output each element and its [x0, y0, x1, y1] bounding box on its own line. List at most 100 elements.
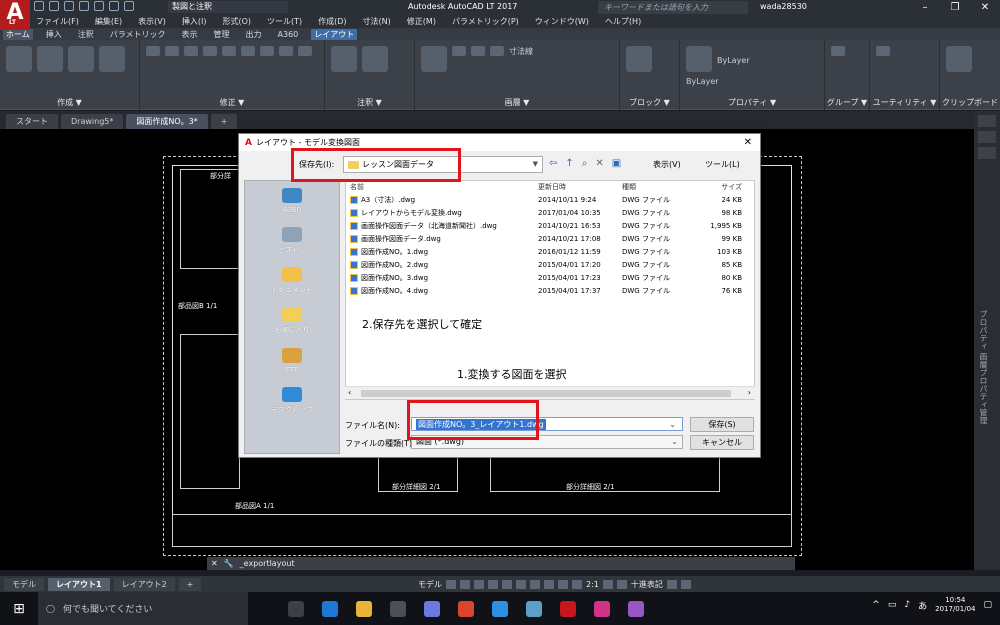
chrome-icon[interactable]: [458, 600, 474, 617]
layer-lock-icon[interactable]: [490, 46, 504, 56]
app-extra-icon[interactable]: [628, 600, 644, 617]
panel-title-annotation[interactable]: 注釈 ▼: [325, 97, 414, 108]
panel-title-block[interactable]: ブロック ▼: [620, 97, 679, 108]
menu-file[interactable]: ファイル(F): [36, 16, 79, 27]
panel-title-groups[interactable]: グループ ▼: [825, 97, 869, 108]
chevron-down-icon[interactable]: ⌄: [667, 420, 678, 429]
app-logo[interactable]: A LT: [0, 0, 30, 30]
command-line[interactable]: ✕ 🔧 _exportlayout: [207, 557, 795, 570]
file-row[interactable]: A3（寸法）.dwg 2014/10/11 9:24 DWG ファイル 24 KB: [346, 193, 754, 206]
insert-block-icon[interactable]: [626, 46, 652, 72]
tab-output[interactable]: 出力: [243, 29, 265, 40]
volume-icon[interactable]: ♪: [904, 600, 910, 610]
up-folder-icon[interactable]: ↑: [565, 158, 573, 169]
file-row[interactable]: 画面操作図面データ.dwg 2014/10/21 17:08 DWG ファイル 99 …: [346, 232, 754, 245]
grid-icon[interactable]: [446, 580, 456, 589]
tray-up-icon[interactable]: ^: [872, 600, 880, 610]
scroll-right-icon[interactable]: ›: [748, 388, 751, 397]
cancel-button[interactable]: キャンセル: [690, 435, 754, 450]
move-icon[interactable]: [146, 46, 160, 56]
explorer-icon[interactable]: [356, 600, 372, 617]
match-properties-icon[interactable]: [686, 46, 712, 72]
tab-annotate[interactable]: 注釈: [75, 29, 97, 40]
circle-icon[interactable]: [68, 46, 94, 72]
arc-icon[interactable]: [99, 46, 125, 72]
media-icon[interactable]: [424, 600, 440, 617]
add-layout-button[interactable]: +: [178, 577, 202, 591]
panel-title-draw[interactable]: 作成 ▼: [0, 97, 139, 108]
palette-settings-icon[interactable]: [978, 131, 996, 143]
close-icon[interactable]: ✕: [970, 0, 1000, 15]
status-scale[interactable]: 2:1: [586, 580, 599, 589]
doc-tab-active[interactable]: 図面作成NO。3*: [126, 114, 208, 129]
properties-palette-label[interactable]: プロパティ 画層プロパティ管理: [978, 310, 989, 425]
tab-layout[interactable]: レイアウト: [311, 28, 358, 40]
rotate-icon[interactable]: [165, 46, 179, 56]
dialog-close-icon[interactable]: ✕: [744, 137, 752, 148]
menu-draw[interactable]: 作成(D): [318, 16, 346, 27]
windows-start-icon[interactable]: ⊞: [0, 592, 38, 625]
menu-dimension[interactable]: 寸法(N): [363, 16, 391, 27]
column-type[interactable]: 種類: [618, 182, 702, 192]
annotation-monitor-icon[interactable]: [616, 580, 627, 589]
menu-window[interactable]: ウィンドウ(W): [535, 16, 589, 27]
layer-freeze-icon[interactable]: [471, 46, 485, 56]
column-size[interactable]: サイズ: [702, 182, 748, 192]
taskbar-search[interactable]: ◯ 何でも聞いてください: [38, 592, 248, 625]
plot-icon[interactable]: [94, 1, 104, 11]
menu-tools[interactable]: ツール(T): [267, 16, 302, 27]
scale-icon[interactable]: [279, 46, 293, 56]
otrack-icon[interactable]: [516, 580, 526, 589]
ie-icon[interactable]: [492, 600, 508, 617]
ortho-icon[interactable]: [474, 580, 484, 589]
mirror-icon[interactable]: [222, 46, 236, 56]
file-row[interactable]: 図面作成NO。1.dwg 2016/01/12 11:59 DWG ファイル 103 …: [346, 245, 754, 258]
autocad-task-icon[interactable]: [560, 600, 576, 617]
delete-icon[interactable]: ✕: [595, 158, 603, 169]
save-button[interactable]: 保存(S): [690, 417, 754, 432]
lineweight-icon[interactable]: [530, 580, 540, 589]
quick-properties-icon[interactable]: [666, 580, 677, 589]
menu-edit[interactable]: 編集(E): [95, 16, 122, 27]
place-a360[interactable]: A360: [245, 181, 339, 221]
doc-tab-drawing5[interactable]: Drawing5*: [61, 114, 124, 129]
layer-properties-icon[interactable]: [421, 46, 447, 72]
file-row[interactable]: 図面作成NO。2.dwg 2015/04/01 17:20 DWG ファイル 85 K…: [346, 258, 754, 271]
tab-layout2[interactable]: レイアウト2: [113, 577, 175, 591]
palette-close-icon[interactable]: [978, 115, 996, 127]
copy-icon[interactable]: [203, 46, 217, 56]
bylayer-linetype[interactable]: ByLayer: [717, 46, 777, 72]
menu-parametric[interactable]: パラメトリック(P): [452, 16, 519, 27]
dimension-icon[interactable]: [362, 46, 388, 72]
osnap-icon[interactable]: [502, 580, 512, 589]
file-row[interactable]: 図面作成NO。3.dwg 2015/04/01 17:23 DWG ファイル 80 K…: [346, 271, 754, 284]
back-icon[interactable]: ⇦: [549, 158, 557, 169]
tab-layout1[interactable]: レイアウト1: [48, 577, 110, 591]
menu-format[interactable]: 形式(O): [222, 16, 251, 27]
fillet-icon[interactable]: [241, 46, 255, 56]
new-icon[interactable]: [34, 1, 44, 11]
array-icon[interactable]: [298, 46, 312, 56]
menu-modify[interactable]: 修正(M): [407, 16, 436, 27]
selection-icon[interactable]: [558, 580, 568, 589]
layer-state-icon[interactable]: [452, 46, 466, 56]
saveas-icon[interactable]: [79, 1, 89, 11]
ime-indicator[interactable]: あ: [918, 599, 927, 612]
tab-model[interactable]: モデル: [4, 577, 44, 591]
panel-title-clipboard[interactable]: クリップボード: [940, 97, 1000, 108]
file-row[interactable]: レイアウトからモデル変換.dwg 2017/01/04 10:35 DWG ファイル…: [346, 206, 754, 219]
open-icon[interactable]: [49, 1, 59, 11]
store-icon[interactable]: [390, 600, 406, 617]
minimize-icon[interactable]: –: [910, 0, 940, 15]
tab-a360[interactable]: A360: [275, 30, 302, 39]
search-web-icon[interactable]: ⌕: [582, 158, 588, 169]
new-tab-button[interactable]: +: [210, 114, 238, 129]
transparency-icon[interactable]: [544, 580, 554, 589]
maximize-icon[interactable]: ❐: [940, 0, 970, 15]
task-view-icon[interactable]: [288, 600, 304, 617]
place-history[interactable]: ヒストリ: [245, 221, 339, 261]
workspace-dropdown[interactable]: 製図と注釈: [168, 1, 288, 13]
column-name[interactable]: 名前: [346, 182, 534, 192]
stretch-icon[interactable]: [260, 46, 274, 56]
tab-home[interactable]: ホーム: [3, 28, 33, 40]
